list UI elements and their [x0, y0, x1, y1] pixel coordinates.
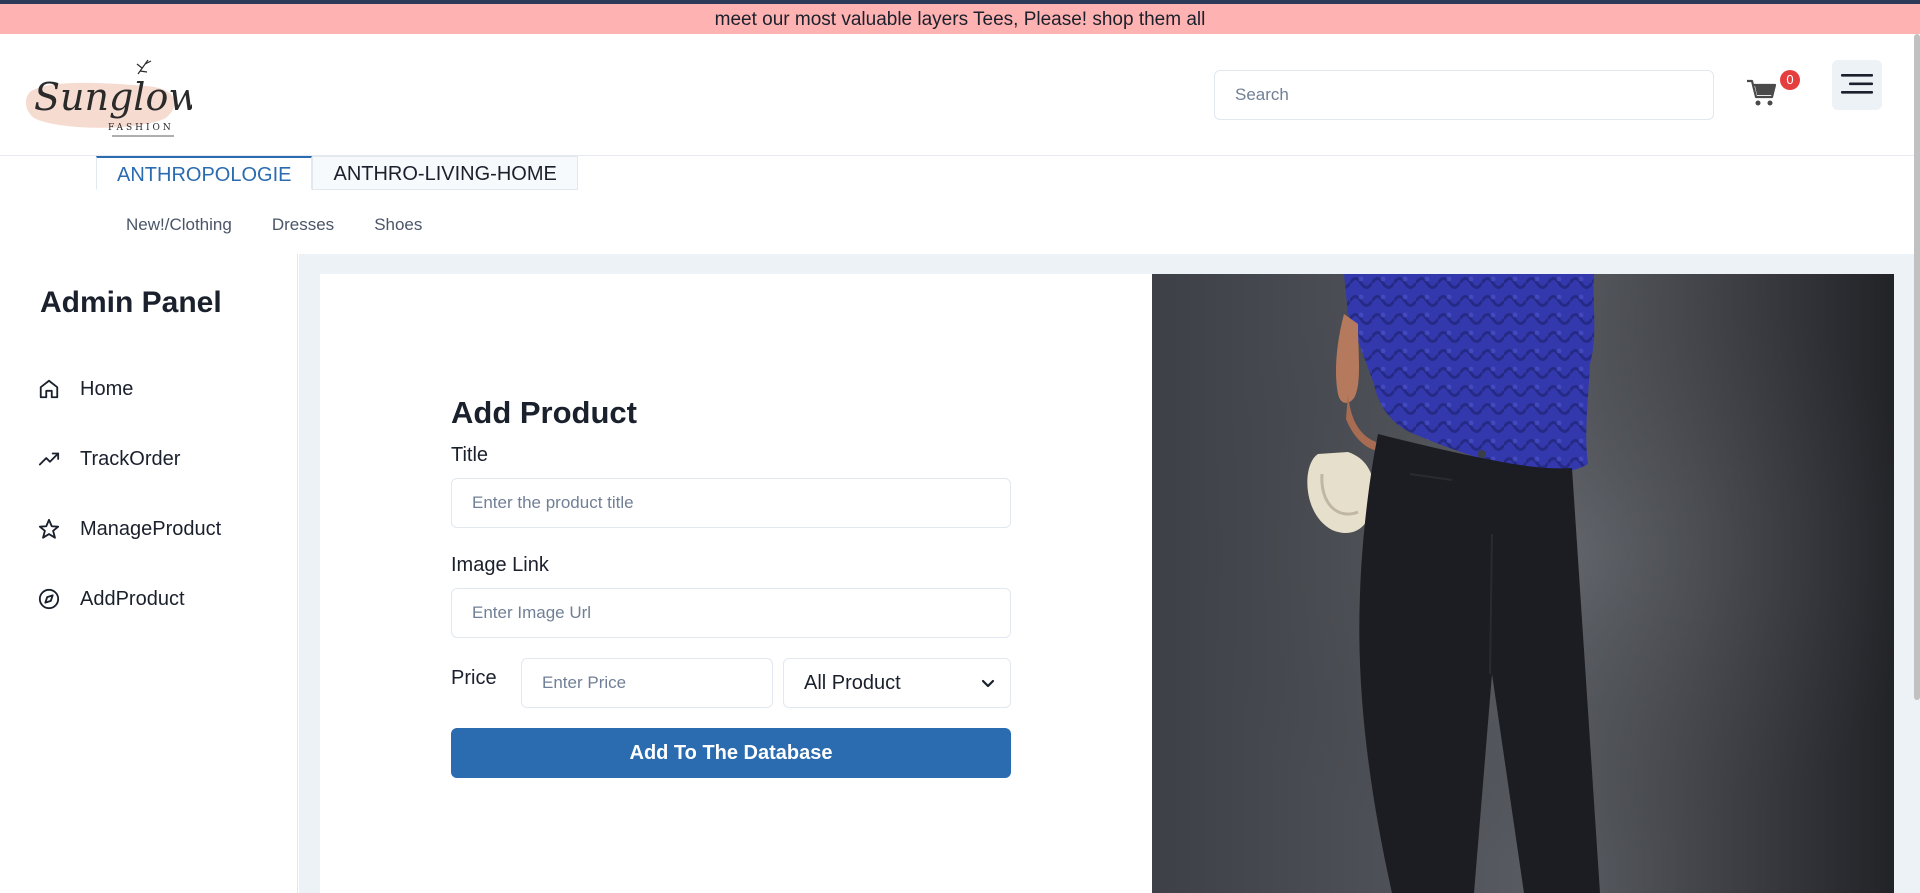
site-header: Sunglow FASHION 0: [0, 34, 1920, 156]
form-title: Add Product: [451, 395, 637, 430]
title-label: Title: [451, 444, 489, 466]
price-row: Price All Product: [451, 658, 1011, 708]
subnav-dresses[interactable]: Dresses: [252, 210, 354, 240]
store-tabs: ANTHROPOLOGIE ANTHRO-LIVING-HOME: [96, 156, 578, 190]
home-icon: [39, 379, 59, 399]
compass-icon: [38, 588, 60, 610]
add-product-card: Add Product Title Image Link Price All P…: [320, 274, 1894, 893]
hamburger-icon: [1841, 73, 1873, 94]
sidebar-item-label: ManageProduct: [80, 517, 222, 540]
announcement-bar: meet our most valuable layers Tees, Plea…: [0, 4, 1920, 34]
add-to-database-button[interactable]: Add To The Database: [451, 728, 1011, 778]
sidebar-item-manageproduct[interactable]: ManageProduct: [38, 511, 278, 547]
tab-anthro-living-home[interactable]: ANTHRO-LIVING-HOME: [312, 156, 578, 190]
category-select[interactable]: All Product: [783, 658, 1011, 708]
search-input[interactable]: [1214, 70, 1714, 120]
sidebar-item-home[interactable]: Home: [38, 371, 278, 407]
star-icon: [38, 518, 60, 539]
category-subnav: New!/Clothing Dresses Shoes: [106, 210, 442, 240]
product-photo: [1152, 274, 1894, 893]
category-select-value: All Product: [804, 672, 901, 694]
logo-brand-text: Sunglow: [34, 75, 192, 119]
subnav-shoes[interactable]: Shoes: [354, 210, 442, 240]
add-product-form: Add Product Title Image Link Price All P…: [451, 392, 1011, 778]
trending-up-icon: [38, 452, 60, 466]
price-label: Price: [451, 666, 497, 689]
cart-icon: [1747, 79, 1777, 106]
sidebar-item-label: Home: [80, 377, 134, 400]
chevron-down-icon: [981, 679, 995, 688]
tab-anthropologie[interactable]: ANTHROPOLOGIE: [96, 156, 313, 190]
logo-sub-text: FASHION: [108, 123, 174, 133]
image-link-label: Image Link: [451, 554, 549, 576]
subnav-new-clothing[interactable]: New!/Clothing: [106, 210, 252, 240]
hamburger-menu-button[interactable]: [1832, 60, 1882, 110]
sunglow-logo[interactable]: Sunglow FASHION: [26, 52, 192, 140]
admin-panel-title: Admin Panel: [40, 286, 222, 319]
cart-count-badge: 0: [1780, 70, 1800, 90]
price-input[interactable]: [521, 658, 773, 708]
image-url-input[interactable]: [451, 588, 1011, 638]
page-scrollbar[interactable]: [1914, 34, 1920, 700]
sidebar-item-label: AddProduct: [80, 587, 185, 610]
cart-button[interactable]: 0: [1746, 68, 1802, 112]
main-content: Add Product Title Image Link Price All P…: [299, 254, 1920, 893]
sidebar-item-trackorder[interactable]: TrackOrder: [38, 441, 278, 477]
sidebar-item-label: TrackOrder: [80, 447, 181, 470]
sidebar-item-addproduct[interactable]: AddProduct: [38, 581, 278, 617]
product-title-input[interactable]: [451, 478, 1011, 528]
admin-sidebar: Admin Panel Home TrackOrder ManageProduc…: [0, 254, 298, 893]
